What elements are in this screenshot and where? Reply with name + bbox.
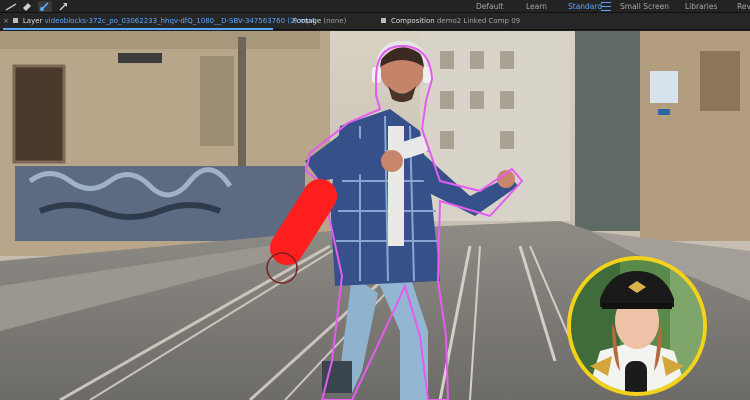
workspace-libraries[interactable]: Libraries — [685, 1, 717, 12]
puppet-pin-icon[interactable] — [56, 1, 70, 12]
workspace-bar: Default Learn Standard Small Screen Libr… — [0, 0, 750, 13]
arrow-tool-icon[interactable] — [4, 1, 18, 12]
tab-composition-label: Composition — [391, 17, 435, 25]
tab-footage[interactable]: Footage (none) — [293, 13, 346, 30]
roto-brush-icon[interactable] — [38, 1, 52, 12]
tab-composition[interactable]: Composition demo2 Linked Comp 09 — [381, 13, 520, 30]
workspace-standard[interactable]: Standard — [568, 1, 602, 12]
footage-frame — [0, 31, 750, 400]
tab-layer[interactable]: × Layer videoblocks-372c_po_03062233_hhqv… — [3, 13, 315, 30]
composition-panel-icon — [381, 18, 386, 23]
workspace-default[interactable]: Default — [476, 1, 503, 12]
workspace-small-screen[interactable]: Small Screen — [620, 1, 669, 12]
tab-layer-value: videoblocks-372c_po_03062233_hhqv-dfQ_10… — [44, 17, 316, 25]
viewer-tab-bar: × Layer videoblocks-372c_po_03062233_hhqv… — [0, 13, 750, 30]
layer-viewer[interactable] — [0, 31, 750, 400]
workspace-review[interactable]: Rev — [737, 1, 750, 12]
eraser-icon[interactable] — [20, 1, 34, 12]
tab-layer-label: Layer — [22, 17, 43, 25]
workspace-learn[interactable]: Learn — [526, 1, 547, 12]
workspace-menu-icon[interactable] — [601, 2, 611, 11]
tab-footage-value: (none) — [323, 17, 347, 25]
tab-footage-label: Footage — [293, 17, 322, 25]
layer-panel-icon — [12, 18, 18, 23]
tab-composition-value: demo2 Linked Comp 09 — [436, 17, 521, 25]
close-icon[interactable]: × — [3, 17, 9, 25]
